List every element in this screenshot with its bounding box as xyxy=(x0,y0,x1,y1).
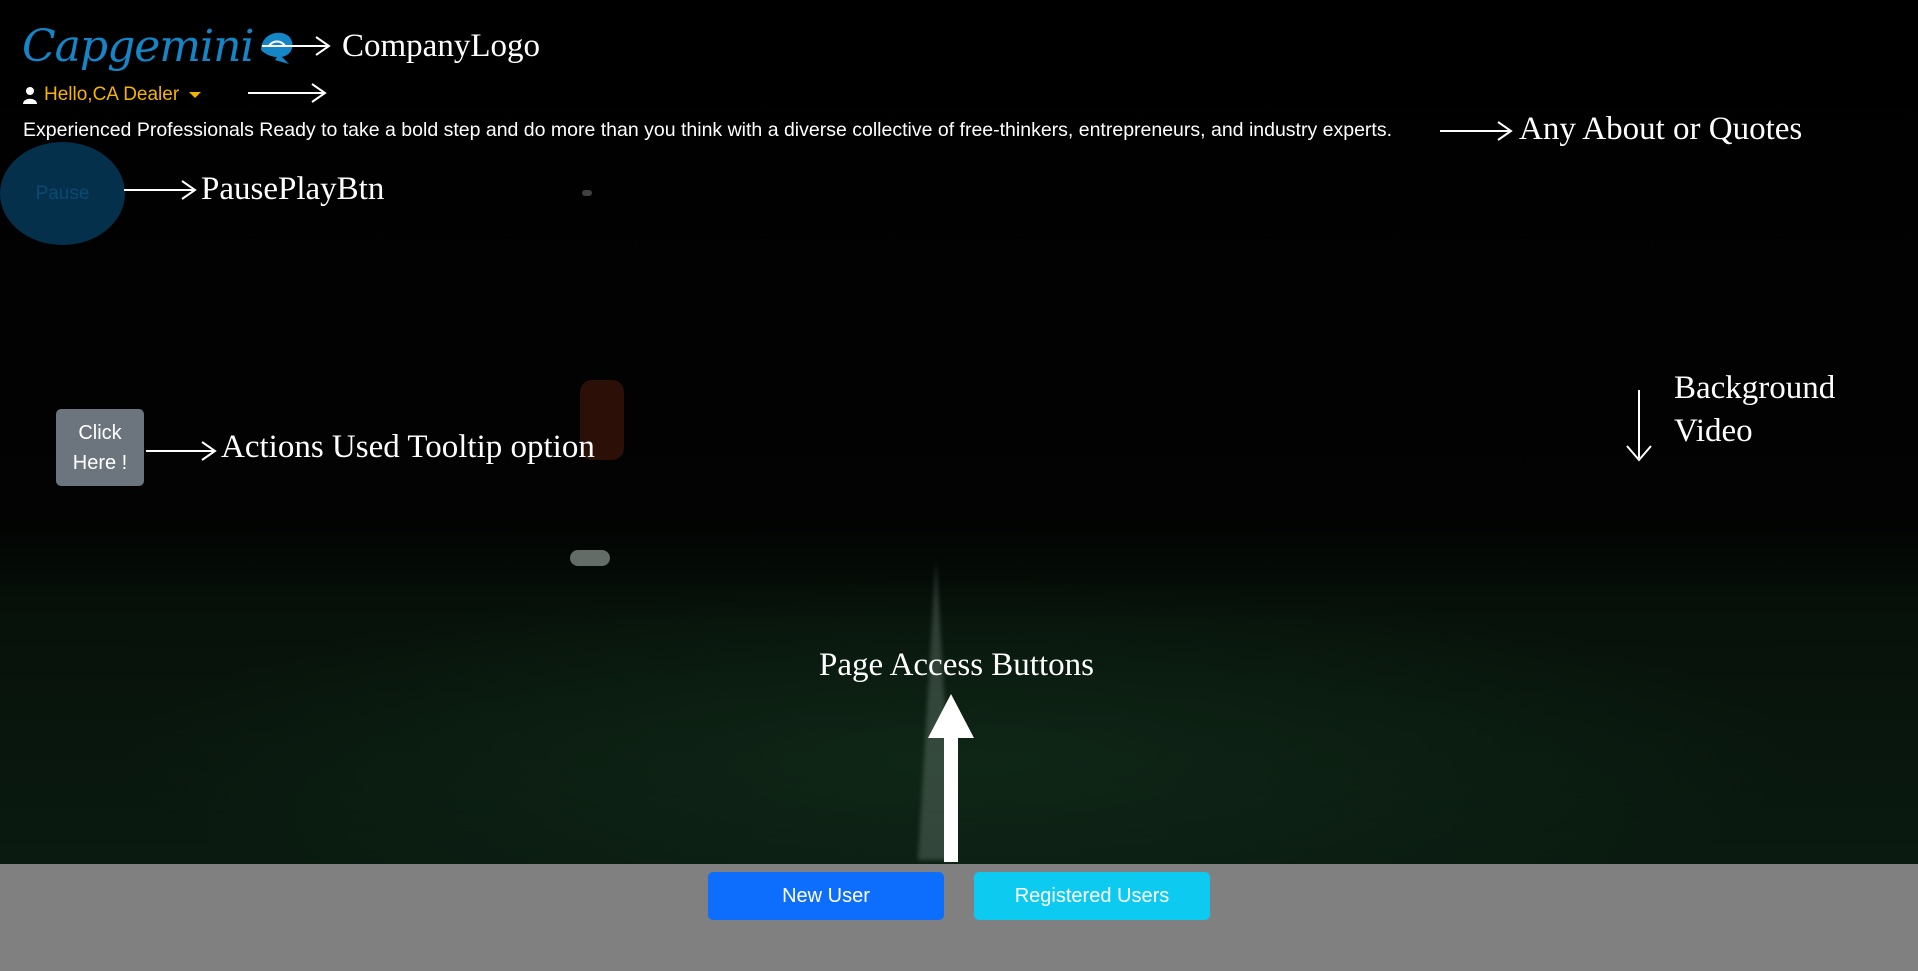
annotation-page-access: Page Access Buttons xyxy=(819,647,1094,683)
user-menu-dropdown[interactable]: Hello,CA Dealer xyxy=(22,84,202,106)
pause-play-button[interactable]: Pause xyxy=(0,142,125,245)
landing-page: Capgemini CompanyLogo Hello,CA Dealer Ex… xyxy=(0,0,1918,971)
arrow-down-icon xyxy=(1626,390,1652,462)
logo-text: Capgemini xyxy=(22,20,254,72)
annotation-tooltip: Actions Used Tooltip option xyxy=(221,429,595,465)
tooltip-button[interactable]: Click Here ! xyxy=(56,409,144,486)
arrow-right-icon xyxy=(146,441,217,461)
caret-down-icon xyxy=(189,92,202,98)
tooltip-button-label: Click Here ! xyxy=(72,421,128,474)
arrow-right-icon xyxy=(124,180,197,200)
arrow-right-icon xyxy=(248,83,327,103)
annotation-about-quotes: Any About or Quotes xyxy=(1519,111,1803,147)
annotation-company-logo: CompanyLogo xyxy=(342,28,540,64)
user-icon xyxy=(23,87,37,104)
annotation-background-line2: Video xyxy=(1674,413,1753,449)
arrow-right-icon xyxy=(262,36,331,56)
arrow-up-icon xyxy=(928,694,974,862)
runner-figure xyxy=(570,180,630,580)
annotation-background-line1: Background xyxy=(1674,370,1836,406)
about-quote: Experienced Professionals Ready to take … xyxy=(23,119,1392,141)
user-greeting: Hello,CA Dealer xyxy=(44,84,180,105)
arrow-right-icon xyxy=(1440,121,1513,141)
new-user-button[interactable]: New User xyxy=(708,872,944,920)
annotation-pause-play: PausePlayBtn xyxy=(201,171,385,207)
company-logo[interactable]: Capgemini xyxy=(22,18,299,74)
registered-users-button[interactable]: Registered Users xyxy=(974,872,1210,920)
footer-bar xyxy=(0,864,1918,971)
